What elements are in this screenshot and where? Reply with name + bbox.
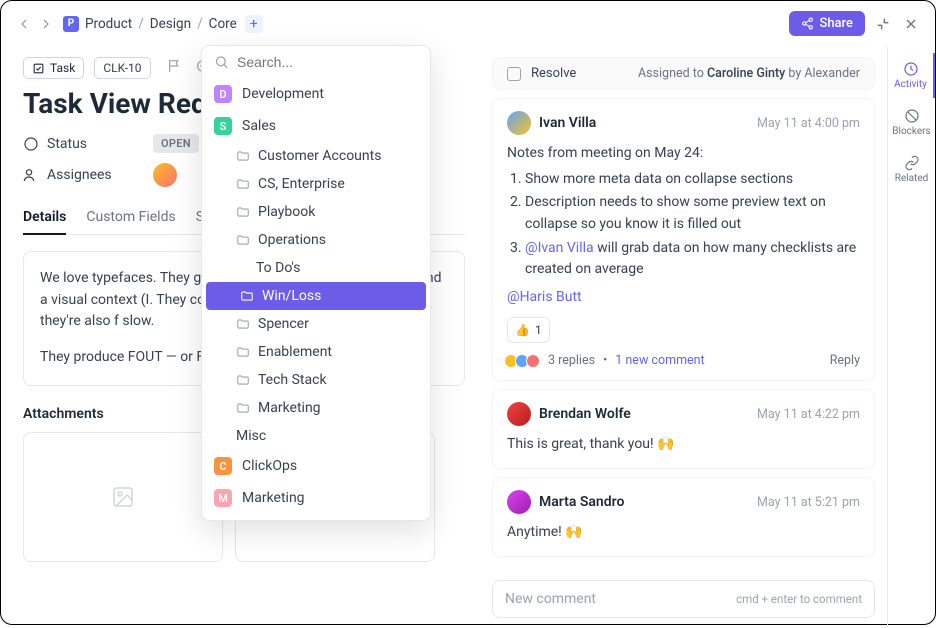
list-label: To Do's bbox=[256, 260, 301, 276]
topbar: P Product / Design / Core + Share bbox=[1, 1, 935, 47]
list-label: Playbook bbox=[258, 204, 315, 220]
rail-activity[interactable]: Activity bbox=[888, 53, 935, 98]
list-item[interactable]: To Do's bbox=[202, 254, 430, 282]
comment: Ivan Villa May 11 at 4:00 pm Notes from … bbox=[492, 98, 875, 381]
list-item[interactable]: Playbook bbox=[202, 198, 430, 226]
mention[interactable]: @Ivan Villa bbox=[525, 240, 597, 256]
replies-count[interactable]: 3 replies bbox=[548, 353, 595, 368]
folder-icon bbox=[236, 148, 250, 164]
folder-icon bbox=[236, 232, 250, 248]
new-comment-link[interactable]: 1 new comment bbox=[615, 353, 704, 368]
status-value[interactable]: OPEN bbox=[153, 134, 199, 153]
collapse-icon[interactable] bbox=[873, 14, 893, 34]
rail-blockers[interactable]: Blockers bbox=[888, 100, 935, 145]
comment: Marta Sandro May 11 at 5:21 pm Anytime! … bbox=[492, 477, 875, 557]
space-icon: M bbox=[214, 489, 232, 507]
space-item[interactable]: S Sales bbox=[202, 110, 430, 142]
tab-custom-fields[interactable]: Custom Fields bbox=[86, 201, 175, 234]
list-label: Operations bbox=[258, 232, 326, 248]
list-item[interactable]: CS, Enterprise bbox=[202, 170, 430, 198]
comment-time: May 11 at 4:22 pm bbox=[757, 407, 860, 422]
reaction[interactable]: 👍 1 bbox=[507, 317, 550, 344]
assignees-label: Assignees bbox=[23, 167, 143, 183]
space-item[interactable]: D Development bbox=[202, 78, 430, 110]
breadcrumb-item[interactable]: Core bbox=[209, 16, 237, 32]
folder-icon bbox=[236, 400, 250, 416]
list-item[interactable]: Win/Loss bbox=[206, 282, 426, 310]
assignee-avatar[interactable] bbox=[153, 163, 177, 187]
misc-label[interactable]: Misc bbox=[202, 422, 430, 450]
search-icon bbox=[214, 54, 229, 70]
flag-icon[interactable] bbox=[167, 58, 183, 78]
comment-composer[interactable]: New comment cmd + enter to comment bbox=[492, 580, 875, 618]
close-icon[interactable] bbox=[901, 14, 921, 34]
attachment-placeholder[interactable] bbox=[23, 432, 223, 562]
comment-time: May 11 at 4:00 pm bbox=[757, 116, 860, 131]
share-label: Share bbox=[819, 16, 853, 31]
space-icon: D bbox=[214, 85, 232, 103]
comment-author[interactable]: Marta Sandro bbox=[539, 494, 624, 510]
breadcrumb[interactable]: P Product / Design / Core bbox=[63, 16, 237, 32]
folder-icon bbox=[240, 288, 254, 304]
breadcrumb-item[interactable]: Product bbox=[85, 16, 132, 32]
comment-author[interactable]: Ivan Villa bbox=[539, 115, 596, 131]
resolve-checkbox[interactable] bbox=[507, 67, 521, 81]
list-label: Marketing bbox=[258, 400, 321, 416]
list-item[interactable]: Tech Stack bbox=[202, 366, 430, 394]
search-input[interactable] bbox=[237, 54, 418, 70]
comment-time: May 11 at 5:21 pm bbox=[757, 495, 860, 510]
share-button[interactable]: Share bbox=[789, 11, 865, 36]
add-breadcrumb-button[interactable]: + bbox=[245, 15, 263, 33]
folder-icon bbox=[236, 344, 250, 360]
reply-button[interactable]: Reply bbox=[830, 353, 860, 368]
location-picker-popover: D Development S Sales Customer Accounts CS, … bbox=[201, 45, 431, 521]
task-type-label: Task bbox=[50, 61, 75, 75]
reply-avatars bbox=[507, 354, 540, 368]
folder-icon bbox=[236, 372, 250, 388]
avatar bbox=[507, 402, 531, 426]
mention[interactable]: @Haris Butt bbox=[507, 287, 860, 309]
list-label: CS, Enterprise bbox=[258, 176, 345, 192]
task-code[interactable]: CLK-10 bbox=[94, 57, 150, 79]
list-item[interactable]: Marketing bbox=[202, 394, 430, 422]
space-item[interactable]: C ClickOps bbox=[202, 450, 430, 482]
space-label: Sales bbox=[242, 118, 276, 134]
nav-forward[interactable] bbox=[37, 15, 55, 33]
resolve-bar: Resolve Assigned to Caroline Ginty by Al… bbox=[492, 57, 875, 90]
assigned-to: Assigned to Caroline Ginty by Alexander bbox=[638, 66, 860, 81]
space-badge: P bbox=[63, 16, 79, 32]
space-icon: C bbox=[214, 457, 232, 475]
space-item[interactable]: M Marketing bbox=[202, 482, 430, 514]
side-rail: Activity Blockers Related bbox=[887, 47, 935, 628]
space-label: ClickOps bbox=[242, 458, 297, 474]
list-label: Tech Stack bbox=[258, 372, 327, 388]
list-label: Customer Accounts bbox=[258, 148, 381, 164]
list-item[interactable]: Customer Accounts bbox=[202, 142, 430, 170]
space-label: Marketing bbox=[242, 490, 305, 506]
folder-icon bbox=[236, 204, 250, 220]
status-label: Status bbox=[23, 136, 143, 152]
folder-icon bbox=[236, 176, 250, 192]
resolve-label[interactable]: Resolve bbox=[531, 66, 576, 81]
composer-hint: cmd + enter to comment bbox=[736, 592, 862, 606]
avatar bbox=[507, 490, 531, 514]
breadcrumb-item[interactable]: Design bbox=[150, 16, 191, 32]
rail-related[interactable]: Related bbox=[888, 147, 935, 192]
list-item[interactable]: Enablement bbox=[202, 338, 430, 366]
tab-details[interactable]: Details bbox=[23, 201, 66, 235]
composer-placeholder: New comment bbox=[505, 591, 596, 607]
folder-icon bbox=[236, 316, 250, 332]
task-type-chip[interactable]: Task bbox=[23, 57, 84, 79]
space-label: Development bbox=[242, 86, 324, 102]
comment: Brendan Wolfe May 11 at 4:22 pm This is … bbox=[492, 389, 875, 469]
avatar bbox=[507, 111, 531, 135]
list-label: Enablement bbox=[258, 344, 332, 360]
list-label: Win/Loss bbox=[262, 288, 321, 304]
nav-back[interactable] bbox=[15, 15, 33, 33]
comment-author[interactable]: Brendan Wolfe bbox=[539, 406, 631, 422]
list-item[interactable]: Operations bbox=[202, 226, 430, 254]
space-icon: S bbox=[214, 117, 232, 135]
list-label: Spencer bbox=[258, 316, 309, 332]
list-item[interactable]: Spencer bbox=[202, 310, 430, 338]
